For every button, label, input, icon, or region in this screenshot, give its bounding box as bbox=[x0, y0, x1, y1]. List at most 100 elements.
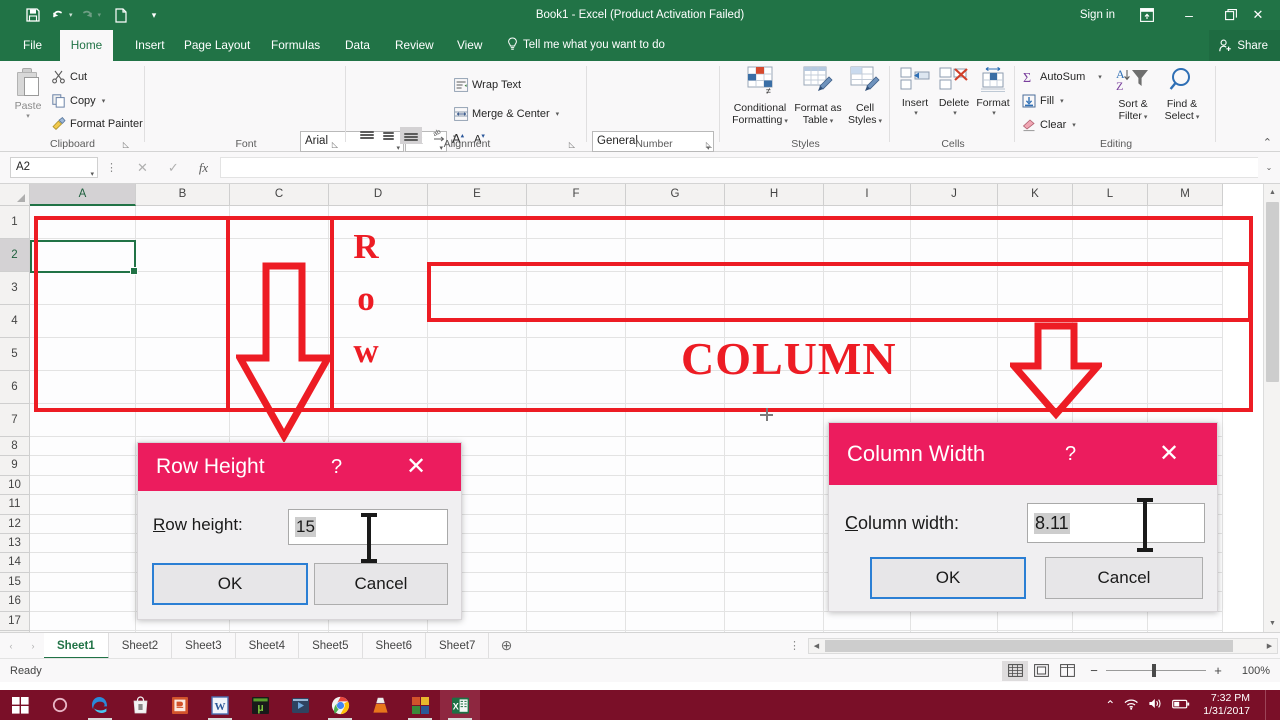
column-header-c[interactable]: C bbox=[230, 184, 329, 206]
row-header-17[interactable]: 17 bbox=[0, 611, 30, 631]
zoom-track[interactable] bbox=[1106, 664, 1206, 677]
cell-F5[interactable] bbox=[527, 338, 626, 371]
cell-G12[interactable] bbox=[626, 514, 725, 534]
microsoft-edge-icon[interactable] bbox=[80, 690, 120, 720]
cell-H9[interactable] bbox=[725, 456, 824, 476]
cell-G8[interactable] bbox=[626, 437, 725, 457]
normal-view-button[interactable] bbox=[1002, 660, 1028, 681]
cell-A15[interactable] bbox=[30, 572, 136, 593]
cell-J2[interactable] bbox=[911, 239, 998, 272]
paste-button[interactable]: Paste ▾ bbox=[8, 65, 48, 143]
cell-A6[interactable] bbox=[30, 371, 136, 404]
cell-H4[interactable] bbox=[725, 305, 824, 338]
column-header-l[interactable]: L bbox=[1073, 184, 1148, 206]
enter-formula-icon[interactable]: ✓ bbox=[168, 160, 179, 176]
cell-F1[interactable] bbox=[527, 206, 626, 239]
cell-C1[interactable] bbox=[230, 206, 329, 239]
autosum-caret[interactable]: ▾ bbox=[1098, 73, 1102, 81]
battery-icon[interactable] bbox=[1172, 698, 1190, 713]
cell-G11[interactable] bbox=[626, 495, 725, 515]
delete-cells-caret[interactable]: ▾ bbox=[937, 109, 973, 117]
cell-L5[interactable] bbox=[1073, 338, 1148, 371]
tab-split-handle[interactable]: ⋮ bbox=[789, 639, 800, 652]
cell-G5[interactable] bbox=[626, 338, 725, 371]
cell-M6[interactable] bbox=[1148, 371, 1223, 404]
cell-A14[interactable] bbox=[30, 553, 136, 573]
cell-H5[interactable] bbox=[725, 338, 824, 371]
column-header-a[interactable]: A bbox=[30, 184, 136, 206]
cell-H7[interactable] bbox=[725, 404, 824, 437]
row-header-8[interactable]: 8 bbox=[0, 437, 30, 457]
cell-G4[interactable] bbox=[626, 305, 725, 338]
vlc-media-player-icon[interactable] bbox=[360, 690, 400, 720]
sheet-tab-sheet7[interactable]: Sheet7 bbox=[426, 632, 490, 659]
cell-A7[interactable] bbox=[30, 404, 136, 437]
scroll-right-button[interactable]: ▶ bbox=[1262, 639, 1277, 653]
vertical-scrollbar[interactable]: ▲ ▼ bbox=[1263, 184, 1280, 632]
cell-styles-button[interactable]: Cell Styles ▾ bbox=[843, 66, 887, 128]
cell-H16[interactable] bbox=[725, 592, 824, 612]
powerpoint-icon[interactable] bbox=[160, 690, 200, 720]
cell-F4[interactable] bbox=[527, 305, 626, 338]
sheet-tab-sheet2[interactable]: Sheet2 bbox=[109, 632, 173, 659]
cell-A1[interactable] bbox=[30, 206, 136, 239]
cell-L6[interactable] bbox=[1073, 371, 1148, 404]
name-box[interactable]: A2 ▾ bbox=[10, 157, 98, 178]
cell-D7[interactable] bbox=[329, 404, 428, 437]
font-dialog-launcher[interactable]: ◺ bbox=[332, 140, 338, 149]
cell-H10[interactable] bbox=[725, 475, 824, 496]
row-height-close-icon[interactable]: ✕ bbox=[406, 443, 426, 491]
column-width-ok-button[interactable]: OK bbox=[870, 557, 1026, 599]
column-header-j[interactable]: J bbox=[911, 184, 998, 206]
cell-B6[interactable] bbox=[136, 371, 230, 404]
cell-D2[interactable] bbox=[329, 239, 428, 272]
cancel-formula-icon[interactable]: ✕ bbox=[137, 160, 148, 176]
tell-me-search[interactable]: Tell me what you want to do bbox=[523, 30, 665, 61]
cell-H8[interactable] bbox=[725, 437, 824, 457]
cell-A16[interactable] bbox=[30, 592, 136, 612]
cell-G17[interactable] bbox=[626, 611, 725, 631]
cell-I2[interactable] bbox=[824, 239, 911, 272]
cut-button[interactable]: Cut bbox=[52, 67, 87, 87]
cell-I17[interactable] bbox=[824, 611, 911, 631]
row-header-7[interactable]: 7 bbox=[0, 404, 30, 437]
tab-home[interactable]: Home bbox=[60, 30, 113, 61]
cell-C4[interactable] bbox=[230, 305, 329, 338]
active-cell-a2[interactable] bbox=[30, 240, 138, 275]
insert-cells-button[interactable]: Insert ▾ bbox=[896, 67, 934, 117]
row-header-12[interactable]: 12 bbox=[0, 514, 30, 534]
column-width-dialog[interactable]: Column Width ? ✕ Column width: 8.11 OK C… bbox=[828, 422, 1218, 612]
cell-M3[interactable] bbox=[1148, 272, 1223, 305]
cell-F3[interactable] bbox=[527, 272, 626, 305]
cell-F15[interactable] bbox=[527, 572, 626, 593]
cell-H11[interactable] bbox=[725, 495, 824, 515]
tab-page-layout[interactable]: Page Layout bbox=[175, 30, 259, 61]
cell-K2[interactable] bbox=[998, 239, 1073, 272]
cell-E1[interactable] bbox=[428, 206, 527, 239]
ribbon-display-options-icon[interactable] bbox=[1125, 0, 1169, 30]
cell-F8[interactable] bbox=[527, 437, 626, 457]
row-header-16[interactable]: 16 bbox=[0, 592, 30, 612]
format-as-table-button[interactable]: Format as Table ▾ bbox=[794, 66, 842, 128]
zoom-out-button[interactable]: − bbox=[1088, 663, 1100, 678]
row-header-11[interactable]: 11 bbox=[0, 495, 30, 515]
cell-D6[interactable] bbox=[329, 371, 428, 404]
horizontal-scrollbar[interactable]: ◀ ▶ bbox=[808, 637, 1278, 654]
column-header-k[interactable]: K bbox=[998, 184, 1073, 206]
fill-button[interactable]: Fill ▾ bbox=[1022, 91, 1064, 111]
column-header-h[interactable]: H bbox=[725, 184, 824, 206]
cell-H13[interactable] bbox=[725, 533, 824, 554]
cell-A17[interactable] bbox=[30, 611, 136, 631]
row-header-14[interactable]: 14 bbox=[0, 553, 30, 573]
cell-I5[interactable] bbox=[824, 338, 911, 371]
cell-F13[interactable] bbox=[527, 533, 626, 554]
column-width-help-icon[interactable]: ? bbox=[1065, 423, 1076, 485]
vertical-scroll-thumb[interactable] bbox=[1266, 202, 1279, 382]
column-header-g[interactable]: G bbox=[626, 184, 725, 206]
cell-H6[interactable] bbox=[725, 371, 824, 404]
row-header-5[interactable]: 5 bbox=[0, 338, 30, 371]
cell-I6[interactable] bbox=[824, 371, 911, 404]
cell-F9[interactable] bbox=[527, 456, 626, 476]
cell-K6[interactable] bbox=[998, 371, 1073, 404]
sheet-tab-sheet4[interactable]: Sheet4 bbox=[236, 632, 300, 659]
